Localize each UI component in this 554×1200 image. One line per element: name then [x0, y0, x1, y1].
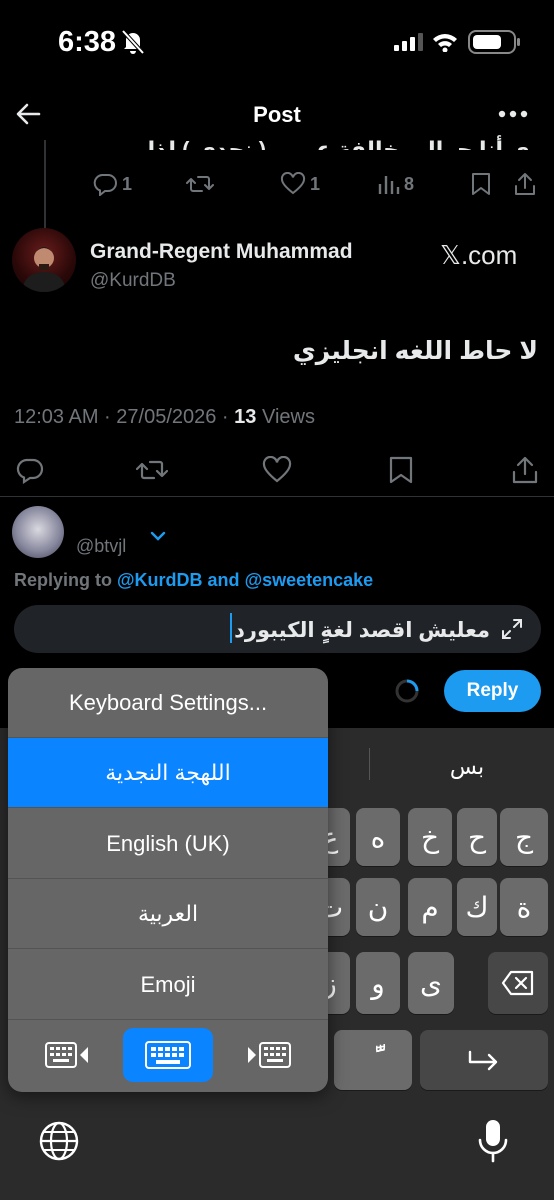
- diacritic-key[interactable]: ًّ: [334, 1030, 412, 1090]
- key[interactable]: ج: [500, 808, 548, 866]
- bell-slash-icon: [120, 28, 146, 56]
- keyboard-switcher-menu: Keyboard Settings... اللهجة النجدية Engl…: [8, 668, 328, 1092]
- reply-button[interactable]: Reply: [444, 670, 541, 712]
- key[interactable]: ه: [356, 808, 400, 866]
- key[interactable]: ن: [356, 878, 400, 936]
- keyboard-left-icon: [44, 1041, 92, 1069]
- thread-line: [44, 140, 46, 228]
- mention-link[interactable]: @KurdDB: [117, 570, 203, 590]
- keyboard-right-mode-button[interactable]: [238, 1030, 298, 1080]
- share-icon[interactable]: [512, 456, 538, 484]
- tweet-views-count: 13: [234, 406, 257, 428]
- tweet-timestamp: 12:03 AM · 27/05/2026 ·: [14, 406, 235, 428]
- return-arrow-icon: [467, 1048, 501, 1072]
- repost-icon: [186, 172, 214, 196]
- menu-item-keyboard-settings[interactable]: Keyboard Settings...: [8, 668, 328, 738]
- reply-icon[interactable]: [16, 456, 44, 484]
- prev-views-action[interactable]: 8: [376, 172, 414, 196]
- key[interactable]: ك: [457, 878, 497, 936]
- prev-repost-action[interactable]: [186, 172, 214, 196]
- expand-icon[interactable]: [500, 617, 524, 641]
- views-chart-icon: [376, 172, 400, 196]
- divider: [0, 496, 554, 497]
- loading-spinner-icon: [394, 678, 420, 704]
- key[interactable]: ة: [500, 878, 548, 936]
- bookmark-icon[interactable]: [388, 456, 414, 484]
- battery-icon: [468, 30, 524, 54]
- globe-icon[interactable]: [38, 1120, 80, 1162]
- share-icon[interactable]: [514, 172, 536, 196]
- author-avatar[interactable]: [12, 228, 76, 292]
- prev-like-count: 1: [310, 173, 321, 194]
- reply-icon: [92, 172, 118, 196]
- backspace-icon: [501, 970, 535, 996]
- keyboard-full-mode-button[interactable]: [123, 1028, 213, 1082]
- menu-item-najdi-dialect[interactable]: اللهجة النجدية: [8, 738, 328, 808]
- keyboard-right-icon: [244, 1041, 292, 1069]
- keyboard-left-mode-button[interactable]: [38, 1030, 98, 1080]
- replying-prefix: Replying to: [14, 570, 117, 590]
- text-caret: [230, 613, 232, 643]
- key[interactable]: ى: [408, 952, 454, 1014]
- tweet-views-label: Views: [256, 406, 315, 428]
- tweet-body: لا حاط اللغه انجليزي: [292, 337, 538, 365]
- page-title: Post: [253, 102, 301, 127]
- menu-item-english-uk[interactable]: English (UK): [8, 809, 328, 879]
- chevron-down-icon[interactable]: [150, 530, 166, 542]
- tweet-action-bar: [0, 448, 554, 492]
- wifi-icon: [432, 32, 458, 52]
- key[interactable]: م: [408, 878, 452, 936]
- prev-like-action[interactable]: 1: [280, 172, 320, 196]
- prev-views-count: 8: [404, 173, 415, 194]
- reply-input-text[interactable]: معليش اقصد لغةٍ الكيبورد: [234, 618, 490, 643]
- heart-icon: [280, 172, 306, 196]
- suggestion-word[interactable]: بس: [380, 754, 554, 780]
- author-name[interactable]: Grand-Regent Muhammad: [90, 240, 353, 264]
- key[interactable]: و: [356, 952, 400, 1014]
- suggestion-divider: [369, 748, 370, 780]
- bookmark-icon[interactable]: [470, 172, 492, 196]
- status-time: 6:38: [58, 26, 117, 58]
- menu-item-emoji[interactable]: Emoji: [8, 950, 328, 1020]
- return-key[interactable]: [420, 1030, 548, 1090]
- cellular-signal-icon: [394, 33, 424, 51]
- prev-reply-count: 1: [122, 173, 133, 194]
- user-avatar[interactable]: [12, 506, 64, 558]
- reply-account-handle[interactable]: @btvjl: [76, 536, 126, 557]
- previous-tweet-text: ري أنا جوالي خالفة عربي ( نجدي ) لذا: [147, 137, 542, 150]
- key[interactable]: خ: [408, 808, 452, 866]
- repost-icon[interactable]: [136, 456, 168, 484]
- microphone-icon[interactable]: [476, 1118, 510, 1164]
- mention-link[interactable]: @sweetencake: [245, 570, 374, 590]
- replying-and: and: [202, 570, 245, 590]
- menu-item-arabic[interactable]: العربية: [8, 879, 328, 949]
- heart-icon[interactable]: [262, 456, 292, 484]
- replying-to: Replying to @KurdDB and @sweetencake: [14, 570, 373, 591]
- backspace-key[interactable]: [488, 952, 548, 1014]
- keyboard-icon: [144, 1040, 192, 1070]
- affiliate-badge: 𝕏.com: [440, 240, 518, 270]
- author-handle[interactable]: @KurdDB: [90, 270, 176, 292]
- more-options-icon[interactable]: [498, 110, 528, 118]
- tweet-meta: 12:03 AM · 27/05/2026 · 13 Views: [14, 406, 315, 429]
- prev-reply-action[interactable]: 1: [92, 172, 132, 196]
- key[interactable]: ح: [457, 808, 497, 866]
